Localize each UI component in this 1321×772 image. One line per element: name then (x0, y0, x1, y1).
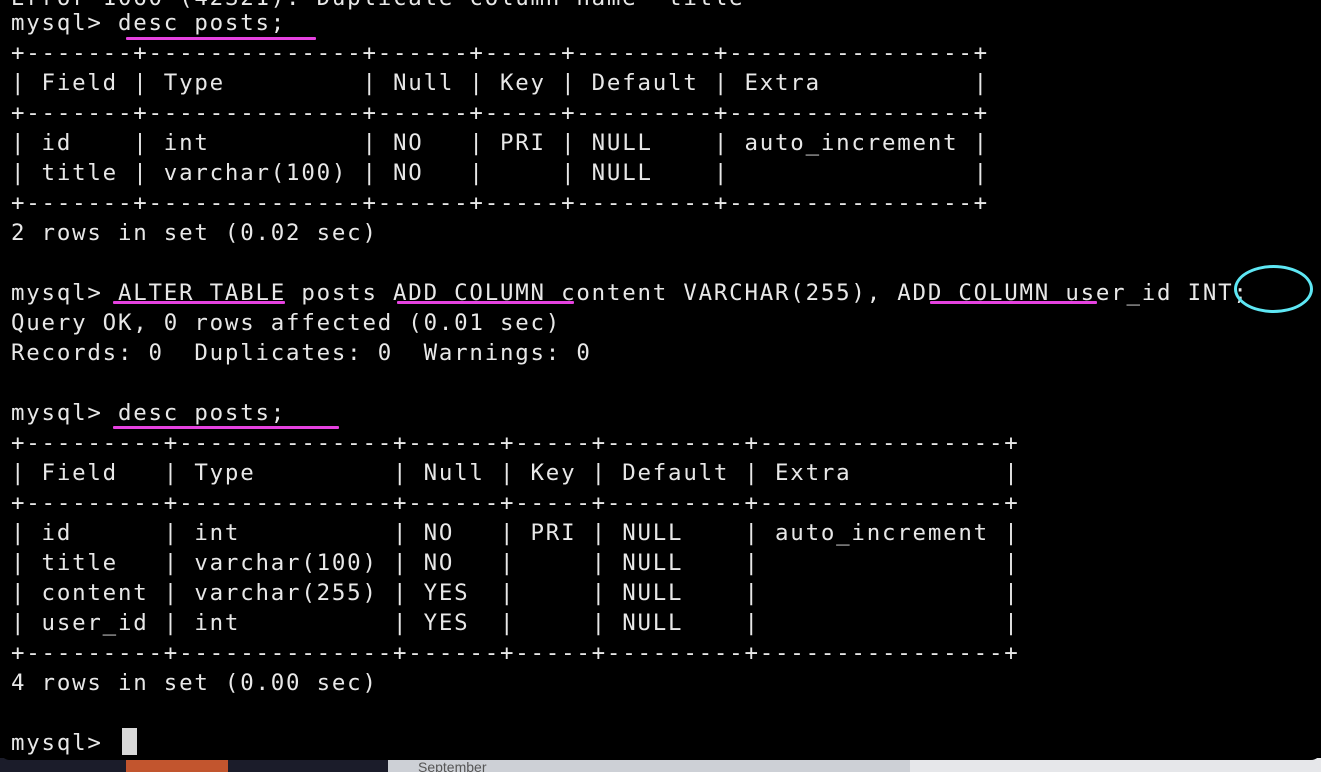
underline-annotation (113, 301, 285, 304)
terminal-line: +---------+--------------+------+-----+-… (11, 640, 1020, 666)
circle-annotation (1234, 265, 1313, 313)
terminal-line: +-------+--------------+------+-----+---… (11, 190, 989, 216)
terminal-line: +-------+--------------+------+-----+---… (11, 100, 989, 126)
terminal-line: mysql> desc posts; (11, 400, 287, 426)
terminal-line: | Field | Type | Null | Key | Default | … (11, 460, 1020, 486)
underline-annotation (930, 301, 1097, 304)
terminal-line: +---------+--------------+------+-----+-… (11, 430, 1020, 456)
terminal-line: | user_id | int | YES | | NULL | | (11, 610, 1020, 636)
terminal-window[interactable]: Error 1060 (42S21): Duplicate column nam… (0, 0, 1321, 760)
terminal-line: | id | int | NO | PRI | NULL | auto_incr… (11, 520, 1020, 546)
terminal-line: | content | varchar(255) | YES | | NULL … (11, 580, 1020, 606)
underline-annotation (397, 301, 574, 304)
text-cursor (122, 728, 137, 755)
desktop-app-tile (126, 758, 228, 772)
terminal-line: +---------+--------------+------+-----+-… (11, 490, 1020, 516)
terminal-line: | Field | Type | Null | Key | Default | … (11, 70, 989, 96)
terminal-prompt-line[interactable]: mysql> (11, 728, 118, 758)
calendar-month-label: September (418, 759, 487, 772)
desktop-background: September (0, 758, 1321, 772)
underline-annotation (126, 37, 316, 40)
underline-annotation (113, 426, 339, 429)
terminal-line: mysql> desc posts; (11, 10, 287, 36)
terminal-line: | id | int | NO | PRI | NULL | auto_incr… (11, 130, 989, 156)
terminal-line: | title | varchar(100) | NO | | NULL | | (11, 160, 989, 186)
desktop-panel (910, 758, 1321, 772)
terminal-line: Records: 0 Duplicates: 0 Warnings: 0 (11, 340, 592, 366)
terminal-line: +-------+--------------+------+-----+---… (11, 40, 989, 66)
calendar-widget: September (388, 758, 910, 772)
terminal-line: | title | varchar(100) | NO | | NULL | | (11, 550, 1020, 576)
terminal-line: Query OK, 0 rows affected (0.01 sec) (11, 310, 562, 336)
terminal-line: 4 rows in set (0.00 sec) (11, 670, 378, 696)
terminal-line: 2 rows in set (0.02 sec) (11, 220, 378, 246)
